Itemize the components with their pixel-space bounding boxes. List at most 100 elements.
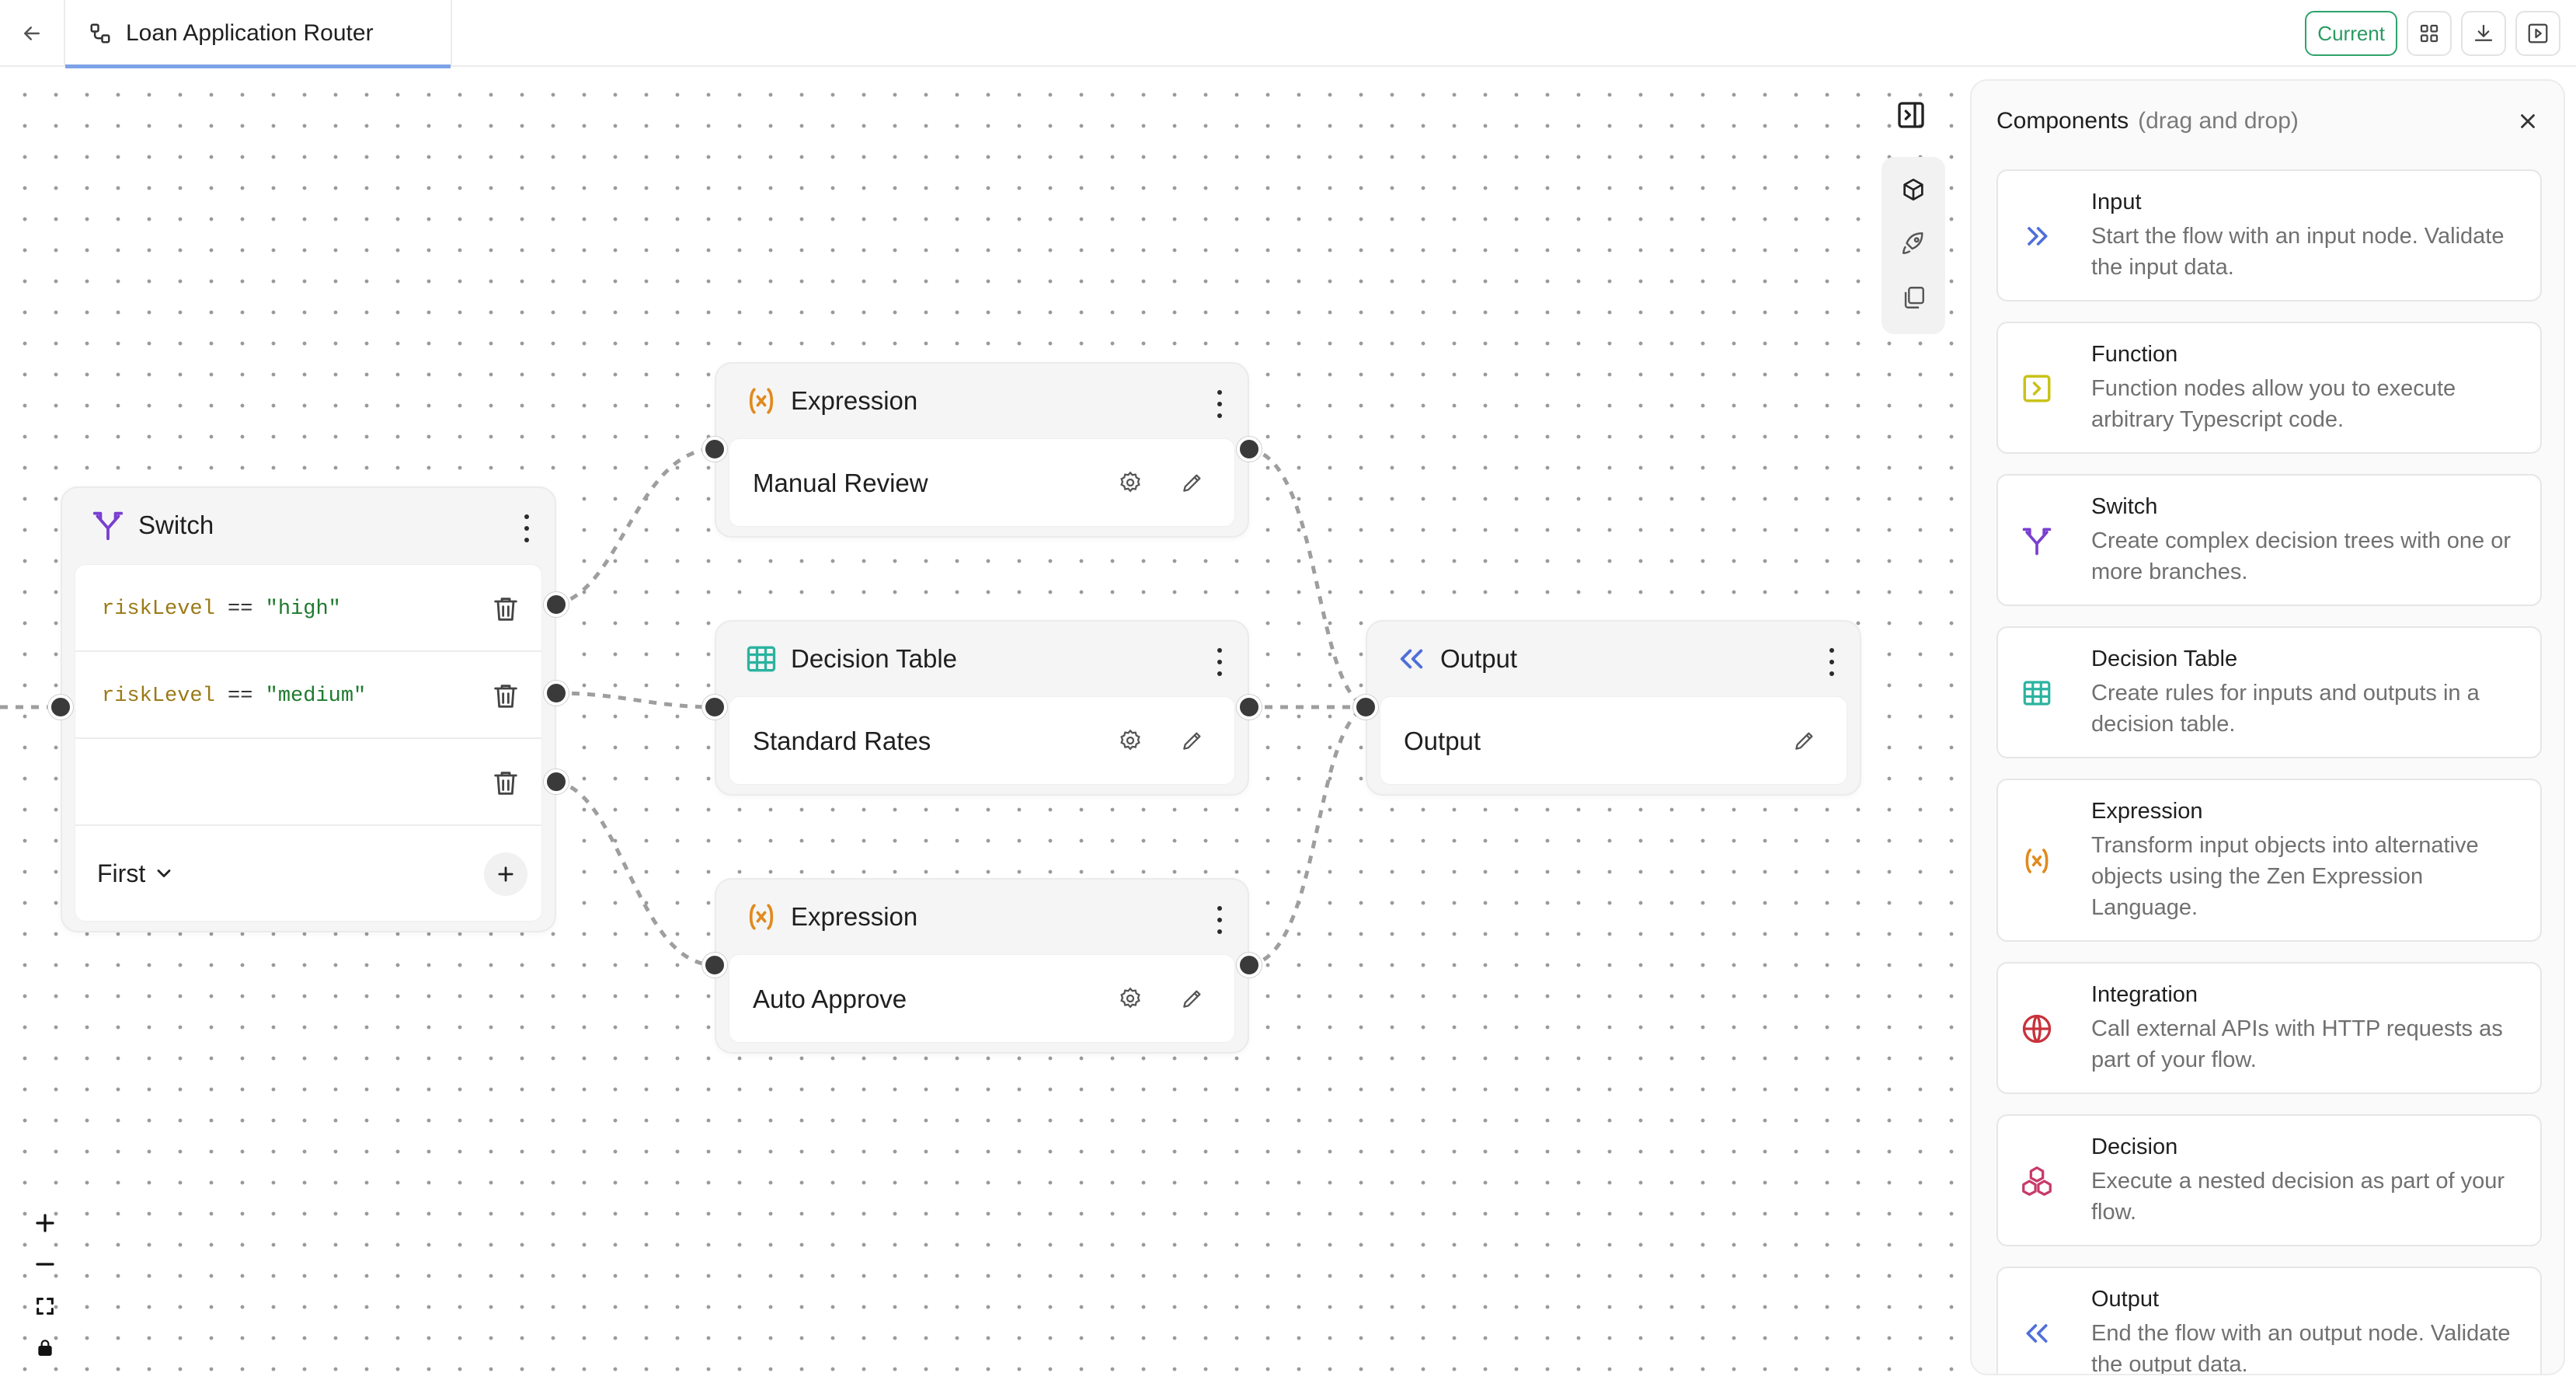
component-description: Call external APIs with HTTP requests as… — [2091, 1016, 2503, 1072]
output-node[interactable]: Output Output — [1366, 620, 1861, 796]
condition-value: "medium" — [265, 685, 367, 708]
toggle-panel-button[interactable] — [1894, 98, 1928, 132]
switch-output-handle[interactable] — [544, 769, 569, 794]
switch-output-handle[interactable] — [544, 592, 569, 617]
table-icon — [747, 646, 776, 672]
condition-operator: == — [214, 598, 266, 621]
copy-tool-button[interactable] — [1900, 284, 1927, 315]
lock-button[interactable] — [30, 1332, 61, 1363]
standard-rates-output-handle[interactable] — [1237, 695, 1262, 720]
edge-switch-auto-approve — [555, 779, 715, 967]
condition-row[interactable]: riskLevel == "high" — [75, 565, 541, 652]
fit-view-button[interactable] — [30, 1291, 61, 1322]
expression-node-manual-review[interactable]: Expression Manual Review — [715, 362, 1249, 538]
switch-output-handle[interactable] — [544, 681, 569, 706]
manual-review-output-handle[interactable] — [1237, 437, 1262, 462]
component-decision[interactable]: Decision Execute a nested decision as pa… — [1996, 1114, 2542, 1246]
edge-switch-standard-rates — [555, 691, 715, 709]
node-menu-button[interactable] — [1212, 390, 1227, 418]
zoom-in-button[interactable] — [30, 1208, 61, 1239]
gear-icon — [1120, 471, 1140, 493]
settings-button[interactable] — [1115, 983, 1146, 1014]
component-description: Transform input objects into alternative… — [2091, 833, 2479, 920]
close-panel-button[interactable] — [2511, 104, 2545, 138]
expression-node-header[interactable]: Expression — [716, 364, 1248, 438]
node-label[interactable]: Output — [1404, 727, 1481, 756]
decision-table-node-standard-rates[interactable]: Decision Table Standard Rates — [715, 620, 1249, 796]
output-node-body: Output — [1380, 696, 1847, 785]
component-integration[interactable]: Integration Call external APIs with HTTP… — [1996, 962, 2542, 1094]
play-panel-icon — [2528, 23, 2548, 44]
settings-button[interactable] — [1115, 725, 1146, 756]
component-input[interactable]: Input Start the flow with an input node.… — [1996, 169, 2542, 301]
condition-row[interactable] — [75, 739, 541, 826]
download-button[interactable] — [2461, 11, 2506, 56]
manual-review-input-handle[interactable] — [702, 437, 727, 462]
pencil-icon — [1183, 474, 1201, 492]
edge-auto-approve-output — [1248, 705, 1367, 967]
standard-rates-input-handle[interactable] — [702, 695, 727, 720]
switch-conditions: riskLevel == "high" riskLevel == "medium… — [75, 564, 542, 922]
zoom-controls — [23, 1201, 67, 1369]
output-node-header[interactable]: Output — [1367, 622, 1860, 696]
component-title: Integration — [2091, 982, 2198, 1007]
component-output[interactable]: Output End the flow with an output node.… — [1996, 1267, 2542, 1374]
edit-button[interactable] — [1789, 725, 1820, 756]
component-switch[interactable]: Switch Create complex decision trees wit… — [1996, 474, 2542, 606]
expression-node-title: Expression — [791, 386, 918, 415]
components-tool-button[interactable] — [1900, 176, 1927, 207]
layout-button[interactable] — [2407, 11, 2452, 56]
node-menu-button[interactable] — [1824, 648, 1840, 676]
run-panel-button[interactable] — [2515, 11, 2560, 56]
auto-approve-output-handle[interactable] — [1237, 953, 1262, 978]
switch-node-header[interactable]: Switch — [62, 488, 555, 563]
trash-icon[interactable] — [490, 593, 521, 626]
trash-icon[interactable] — [490, 767, 521, 800]
decision-table-node-header[interactable]: Decision Table — [716, 622, 1248, 696]
panel-toggle-icon — [1898, 102, 1924, 128]
fit-view-icon — [37, 1297, 54, 1315]
add-condition-button[interactable] — [484, 852, 527, 896]
condition-operator: == — [214, 685, 266, 708]
current-version-button[interactable]: Current — [2305, 11, 2397, 56]
condition-expression[interactable]: riskLevel == "medium" — [102, 685, 366, 708]
switch-node[interactable]: Switch riskLevel == "high" riskLevel == … — [61, 486, 556, 932]
node-label[interactable]: Standard Rates — [753, 727, 931, 756]
auto-approve-input-handle[interactable] — [702, 953, 727, 978]
input-icon — [2018, 218, 2056, 255]
hit-policy-select[interactable]: First — [97, 854, 175, 893]
components-panel: Components (drag and drop) Input Start t… — [1970, 79, 2565, 1375]
pencil-icon — [1795, 732, 1813, 750]
switch-node-title: Switch — [138, 511, 214, 539]
edit-button[interactable] — [1177, 467, 1208, 498]
switch-icon — [92, 511, 124, 541]
condition-row[interactable]: riskLevel == "medium" — [75, 652, 541, 739]
condition-expression[interactable]: riskLevel == "high" — [102, 598, 341, 621]
plus-icon — [498, 866, 513, 882]
zoom-out-button[interactable] — [30, 1249, 61, 1280]
output-input-handle[interactable] — [1353, 695, 1378, 720]
expression-node-auto-approve[interactable]: Expression Auto Approve — [715, 878, 1249, 1054]
trash-icon[interactable] — [490, 680, 521, 713]
component-function[interactable]: Function Function nodes allow you to exe… — [1996, 322, 2542, 454]
node-menu-button[interactable] — [1212, 648, 1227, 676]
component-expression[interactable]: Expression Transform input objects into … — [1996, 779, 2542, 942]
components-panel-header: Components (drag and drop) — [1996, 98, 2299, 145]
output-node-title: Output — [1440, 644, 1518, 673]
switch-node-menu-button[interactable] — [519, 514, 534, 542]
simulator-tool-button[interactable] — [1900, 230, 1927, 260]
component-title: Expression — [2091, 799, 2203, 824]
component-decision-table[interactable]: Decision Table Create rules for inputs a… — [1996, 626, 2542, 758]
panel-title: Components — [1996, 108, 2129, 134]
edit-button[interactable] — [1177, 983, 1208, 1014]
pencil-icon — [1183, 732, 1201, 750]
switch-input-handle[interactable] — [48, 695, 73, 720]
edit-button[interactable] — [1177, 725, 1208, 756]
expression-node-header[interactable]: Expression — [716, 880, 1248, 954]
condition-variable: riskLevel — [102, 598, 215, 621]
component-description: Function nodes allow you to execute arbi… — [2091, 376, 2456, 432]
node-label[interactable]: Auto Approve — [753, 985, 907, 1014]
settings-button[interactable] — [1115, 467, 1146, 498]
node-menu-button[interactable] — [1212, 906, 1227, 934]
node-label[interactable]: Manual Review — [753, 469, 928, 498]
